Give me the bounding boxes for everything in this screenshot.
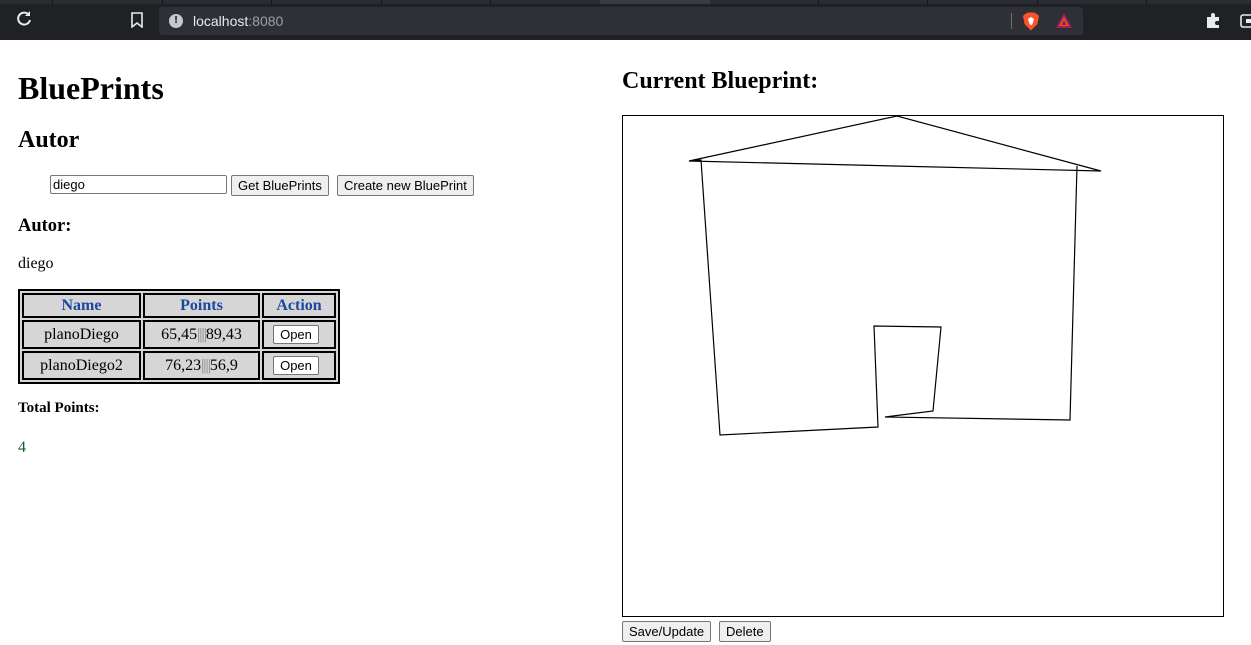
points-last: 89,43 [205, 325, 242, 343]
row-points: 65,45||||89,43 [143, 320, 260, 349]
points-last: 56,9 [209, 356, 238, 374]
wallet-icon[interactable] [1240, 13, 1251, 32]
blueprint-path [688, 115, 1102, 436]
table-row: planoDiego 65,45||||89,43 Open [22, 320, 336, 349]
tab-divider [381, 0, 382, 4]
row-action: Open [262, 351, 336, 380]
brave-shields-icon[interactable] [1022, 12, 1040, 36]
address-divider [1011, 13, 1012, 29]
points-separator: |||| [201, 356, 211, 374]
row-action: Open [262, 320, 336, 349]
reload-icon[interactable] [15, 10, 33, 32]
tab-divider [1037, 0, 1038, 4]
browser-toolbar: ! localhost:8080 [0, 0, 1251, 40]
author-name: diego [18, 255, 54, 272]
address-bar[interactable]: ! localhost:8080 [159, 7, 1083, 35]
get-blueprints-button[interactable]: Get BluePrints [231, 175, 329, 196]
header-action: Action [262, 293, 336, 318]
header-points: Points [143, 293, 260, 318]
tab-divider [52, 0, 53, 4]
extensions-icon[interactable] [1205, 12, 1222, 33]
brave-rewards-icon[interactable] [1055, 12, 1073, 34]
bookmark-icon[interactable] [131, 12, 143, 32]
save-update-button[interactable]: Save/Update [622, 621, 712, 642]
tab-divider [490, 0, 491, 4]
row-name: planoDiego2 [22, 351, 141, 380]
open-button[interactable]: Open [273, 356, 319, 375]
active-tab[interactable] [600, 0, 710, 4]
tab-divider [818, 0, 819, 4]
points-separator: |||| [197, 325, 207, 343]
page-title: BluePrints [18, 70, 164, 106]
blueprint-canvas[interactable] [622, 115, 1224, 617]
total-points-label: Total Points: [18, 400, 100, 416]
open-button[interactable]: Open [273, 325, 319, 344]
points-first: 65,45 [161, 325, 198, 343]
autor-heading: Autor [18, 127, 80, 153]
create-blueprint-button[interactable]: Create new BluePrint [337, 175, 474, 196]
tab-divider [1146, 0, 1147, 4]
autor-label: Autor: [18, 216, 72, 236]
row-name: planoDiego [22, 320, 141, 349]
author-input[interactable]: diego [50, 175, 227, 194]
tab-divider [927, 0, 928, 4]
tab-divider [271, 0, 272, 4]
blueprint-drawing [688, 115, 1102, 436]
current-blueprint-heading: Current Blueprint: [622, 68, 819, 94]
delete-button[interactable]: Delete [719, 621, 771, 642]
table-header-row: Name Points Action [22, 293, 336, 318]
table-row: planoDiego2 76,23||||56,9 Open [22, 351, 336, 380]
tab-strip [0, 0, 1251, 4]
tab-divider [162, 0, 163, 4]
blueprints-table: Name Points Action planoDiego 65,45||||8… [18, 289, 340, 384]
url-text: localhost:8080 [193, 13, 284, 29]
header-name: Name [22, 293, 141, 318]
total-points-value: 4 [18, 439, 26, 456]
points-first: 76,23 [165, 356, 202, 374]
row-points: 76,23||||56,9 [143, 351, 260, 380]
site-info-icon[interactable]: ! [169, 14, 183, 28]
